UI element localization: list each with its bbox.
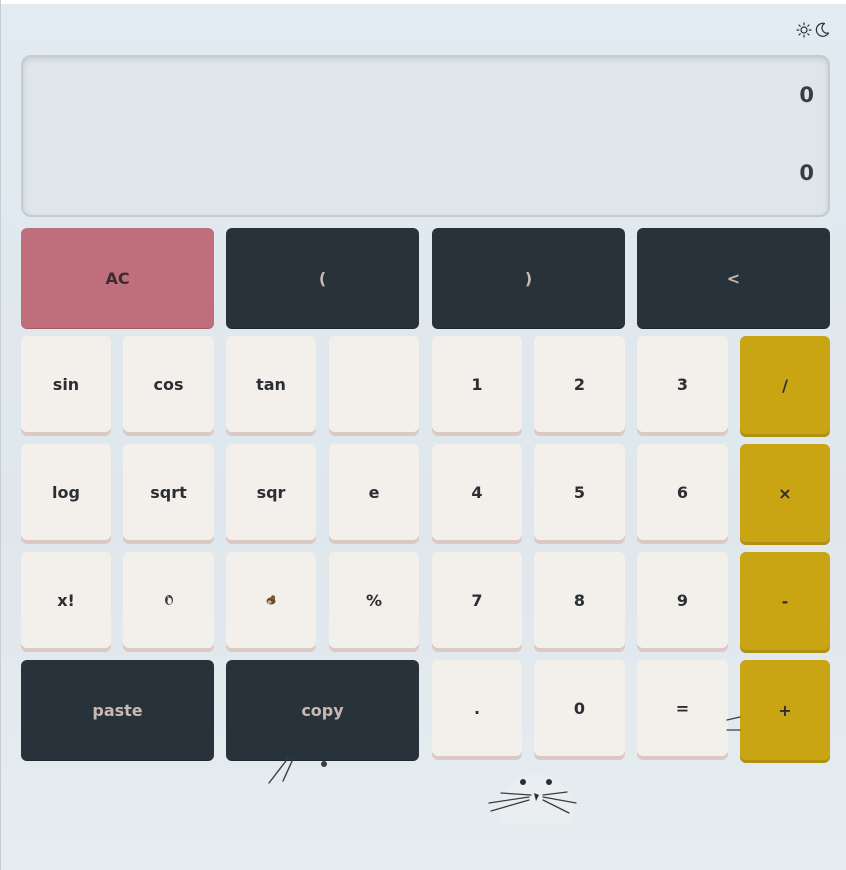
bird-icon xyxy=(266,595,276,605)
result-readout: 0 xyxy=(799,161,814,185)
clear-button[interactable]: AC xyxy=(21,228,214,328)
theme-toggle[interactable] xyxy=(796,22,830,38)
bird-image-button[interactable] xyxy=(226,552,316,648)
expression-readout: 0 xyxy=(799,83,814,107)
penguin-image-button[interactable] xyxy=(123,552,214,648)
percent-button[interactable]: % xyxy=(329,552,419,648)
backspace-button[interactable]: < xyxy=(637,228,830,328)
digit-2-button[interactable]: 2 xyxy=(534,336,625,432)
minus-button[interactable]: - xyxy=(740,552,830,650)
factorial-button[interactable]: x! xyxy=(21,552,111,648)
copy-button[interactable]: copy xyxy=(226,660,419,760)
digit-5-button[interactable]: 5 xyxy=(534,444,625,540)
digit-9-button[interactable]: 9 xyxy=(637,552,728,648)
calculator-display: 0 0 xyxy=(21,55,830,217)
sqrt-button[interactable]: sqrt xyxy=(123,444,214,540)
equals-button[interactable]: = xyxy=(637,660,728,756)
blank-function-button[interactable] xyxy=(329,336,419,432)
digit-8-button[interactable]: 8 xyxy=(534,552,625,648)
cos-button[interactable]: cos xyxy=(123,336,214,432)
digit-6-button[interactable]: 6 xyxy=(637,444,728,540)
window-top-border xyxy=(1,0,846,4)
open-paren-button[interactable]: ( xyxy=(226,228,419,328)
moon-icon[interactable] xyxy=(814,22,830,38)
plus-button[interactable]: + xyxy=(740,660,830,760)
cat-face-illustration xyxy=(488,775,577,823)
penguin-icon xyxy=(164,595,173,605)
sun-icon[interactable] xyxy=(796,22,812,38)
digit-0-button[interactable]: 0 xyxy=(534,660,625,756)
digit-7-button[interactable]: 7 xyxy=(432,552,522,648)
decimal-point-button[interactable]: . xyxy=(432,660,522,756)
e-button[interactable]: e xyxy=(329,444,419,540)
multiply-button[interactable]: × xyxy=(740,444,830,542)
digit-1-button[interactable]: 1 xyxy=(432,336,522,432)
paste-button[interactable]: paste xyxy=(21,660,214,760)
close-paren-button[interactable]: ) xyxy=(432,228,625,328)
digit-3-button[interactable]: 3 xyxy=(637,336,728,432)
log-button[interactable]: log xyxy=(21,444,111,540)
divide-button[interactable]: / xyxy=(740,336,830,434)
digit-4-button[interactable]: 4 xyxy=(432,444,522,540)
sqr-button[interactable]: sqr xyxy=(226,444,316,540)
tan-button[interactable]: tan xyxy=(226,336,316,432)
sin-button[interactable]: sin xyxy=(21,336,111,432)
